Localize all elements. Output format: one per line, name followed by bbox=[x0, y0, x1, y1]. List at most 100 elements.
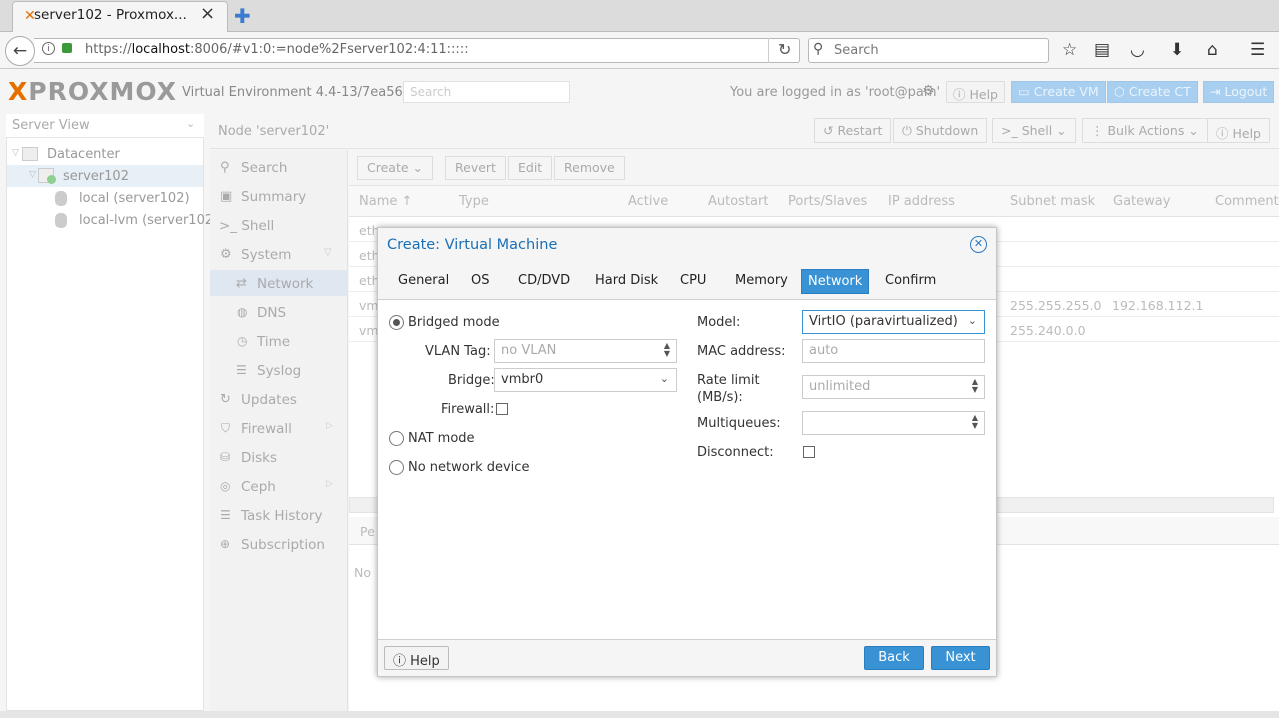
spinner-icon[interactable]: ▲ ▼ bbox=[972, 414, 978, 430]
tab-cpu[interactable]: CPU bbox=[674, 269, 712, 294]
col-autostart[interactable]: Autostart bbox=[708, 194, 768, 209]
info-icon[interactable]: i bbox=[42, 42, 55, 55]
nav-item-network[interactable]: Network bbox=[257, 276, 313, 292]
col-active[interactable]: Active bbox=[628, 194, 668, 209]
nav-item-system[interactable]: System bbox=[241, 247, 291, 263]
vlan-tag-field[interactable]: no VLAN ▲ ▼ bbox=[494, 339, 677, 363]
firewall-checkbox[interactable] bbox=[496, 403, 508, 415]
col-name[interactable]: Name ↑ bbox=[359, 194, 412, 209]
gear-icon[interactable]: ⚙ bbox=[922, 83, 935, 99]
nav-item-shell[interactable]: >_ Shell bbox=[219, 218, 274, 234]
chevron-down-icon[interactable]: ⌄ bbox=[968, 314, 977, 327]
spinner-icon[interactable]: ▲ ▼ bbox=[664, 342, 670, 358]
tree-storage-local[interactable]: local (server102) bbox=[79, 191, 190, 206]
home-icon[interactable]: ⌂ bbox=[1207, 40, 1218, 60]
nav-item-updates[interactable]: Updates bbox=[241, 392, 297, 408]
multiqueues-field[interactable]: ▲ ▼ bbox=[802, 411, 985, 435]
pve-search-input[interactable]: Search bbox=[403, 81, 570, 103]
bookmark-star-icon[interactable]: ☆ bbox=[1062, 40, 1077, 60]
nav-item-subscription[interactable]: Subscription bbox=[241, 537, 325, 553]
chevron-down-icon[interactable]: ▽ bbox=[324, 247, 332, 258]
nav-item-dns[interactable]: DNS bbox=[257, 305, 286, 321]
col-comment[interactable]: Comment bbox=[1215, 194, 1279, 209]
nat-mode-radio[interactable] bbox=[389, 431, 404, 446]
nav-item-ceph[interactable]: Ceph bbox=[241, 479, 276, 495]
collapse-icon[interactable]: ▽ bbox=[12, 148, 19, 158]
close-icon[interactable]: ✕ bbox=[970, 236, 987, 253]
pocket-icon[interactable]: ◡ bbox=[1130, 40, 1145, 60]
dialog-help-button[interactable]: ⓘ Help bbox=[384, 646, 449, 670]
next-button[interactable]: Next bbox=[931, 646, 990, 670]
url-text[interactable]: https://localhost:8006/#v1:0:=node%2Fser… bbox=[85, 42, 469, 57]
back-arrow-icon[interactable]: ← bbox=[5, 36, 35, 66]
no-network-label: No network device bbox=[408, 460, 530, 475]
nav-item-syslog[interactable]: Syslog bbox=[257, 363, 301, 379]
cell-subnet: 255.240.0.0 bbox=[1010, 323, 1086, 338]
collapse-icon[interactable]: ▽ bbox=[29, 170, 36, 180]
logout-button[interactable]: ⇥ Logout bbox=[1203, 81, 1275, 103]
restart-button[interactable]: ↺ Restart bbox=[814, 118, 892, 143]
bridged-mode-radio[interactable] bbox=[389, 315, 404, 330]
vlan-tag-label: VLAN Tag: bbox=[425, 344, 491, 359]
tab-confirm[interactable]: Confirm bbox=[879, 269, 942, 294]
shell-button[interactable]: >_ Shell ⌄ bbox=[992, 118, 1076, 143]
tab-memory[interactable]: Memory bbox=[729, 269, 794, 294]
shutdown-button[interactable]: ⏻ Shutdown bbox=[893, 118, 988, 143]
node-title: Node 'server102' bbox=[218, 124, 330, 139]
rate-limit-unit-label: (MB/s): bbox=[697, 390, 743, 405]
model-select[interactable]: VirtIO (paravirtualized) ⌄ bbox=[802, 310, 985, 334]
tree-node-server102[interactable]: server102 bbox=[63, 169, 129, 184]
url-divider bbox=[768, 38, 769, 63]
node-help-button[interactable]: ⓘ Help bbox=[1207, 118, 1270, 143]
disconnect-checkbox[interactable] bbox=[803, 446, 815, 458]
create-ct-button[interactable]: ⬡ Create CT bbox=[1107, 81, 1198, 103]
tab-general[interactable]: General bbox=[392, 269, 455, 294]
reload-icon[interactable]: ↻ bbox=[778, 40, 791, 59]
col-subnet-mask[interactable]: Subnet mask bbox=[1010, 194, 1095, 209]
new-tab-icon[interactable]: ✚ bbox=[234, 4, 251, 28]
cell-gateway: 192.168.112.1 bbox=[1112, 298, 1204, 313]
no-network-radio[interactable] bbox=[389, 460, 404, 475]
mac-address-field[interactable]: auto bbox=[802, 339, 985, 363]
header-help-button[interactable]: ⓘ Help bbox=[946, 81, 1005, 103]
cell-name: vm bbox=[359, 298, 379, 313]
tab-network[interactable]: Network bbox=[801, 269, 870, 294]
create-vm-button[interactable]: ▭ Create VM bbox=[1011, 81, 1106, 103]
menu-icon[interactable]: ☰ bbox=[1250, 40, 1265, 60]
chevron-right-icon[interactable]: ▷ bbox=[326, 421, 333, 431]
tree-datacenter[interactable]: Datacenter bbox=[47, 147, 120, 162]
col-type[interactable]: Type bbox=[459, 194, 489, 209]
remove-button[interactable]: Remove bbox=[554, 156, 625, 180]
spinner-icon[interactable]: ▲ ▼ bbox=[972, 378, 978, 394]
list-icon: ☰ bbox=[236, 363, 247, 377]
bridge-select[interactable]: vmbr0 ⌄ bbox=[494, 368, 677, 392]
col-ports-slaves[interactable]: Ports/Slaves bbox=[788, 194, 867, 209]
tab-os[interactable]: OS bbox=[465, 269, 495, 294]
bridged-mode-label: Bridged mode bbox=[408, 315, 500, 330]
nav-item-firewall[interactable]: Firewall bbox=[241, 421, 292, 437]
shield-icon: ⛉ bbox=[221, 421, 231, 435]
rate-limit-field[interactable]: unlimited ▲ ▼ bbox=[802, 375, 985, 399]
browser-tab-title: server102 - Proxmox... bbox=[34, 7, 187, 23]
close-tab-icon[interactable]: × bbox=[200, 4, 215, 24]
col-gateway[interactable]: Gateway bbox=[1113, 194, 1170, 209]
create-button[interactable]: Create ⌄ bbox=[357, 156, 433, 180]
tab-cd-dvd[interactable]: CD/DVD bbox=[512, 269, 576, 294]
edit-button[interactable]: Edit bbox=[508, 156, 553, 180]
nav-item-disks[interactable]: Disks bbox=[241, 450, 277, 466]
tree-storage-lvm[interactable]: local-lvm (server102) bbox=[79, 213, 218, 228]
revert-button[interactable]: Revert bbox=[445, 156, 506, 180]
nav-item-task-history[interactable]: Task History bbox=[241, 508, 322, 524]
nav-item-time[interactable]: Time bbox=[257, 334, 290, 350]
reading-list-icon[interactable]: ▤ bbox=[1094, 40, 1110, 60]
download-icon[interactable]: ⬇ bbox=[1170, 40, 1184, 60]
chevron-down-icon[interactable]: ⌄ bbox=[186, 117, 195, 130]
back-button[interactable]: Back bbox=[864, 646, 924, 670]
chevron-down-icon[interactable]: ⌄ bbox=[660, 372, 669, 385]
col-ip-address[interactable]: IP address bbox=[888, 194, 955, 209]
chevron-right-icon[interactable]: ▷ bbox=[326, 479, 333, 489]
nav-item-summary[interactable]: Summary bbox=[241, 189, 306, 205]
nav-item-search[interactable]: Search bbox=[241, 160, 287, 176]
tab-hard-disk[interactable]: Hard Disk bbox=[589, 269, 664, 294]
bulk-actions-button[interactable]: ⋮ Bulk Actions ⌄ bbox=[1082, 118, 1208, 143]
